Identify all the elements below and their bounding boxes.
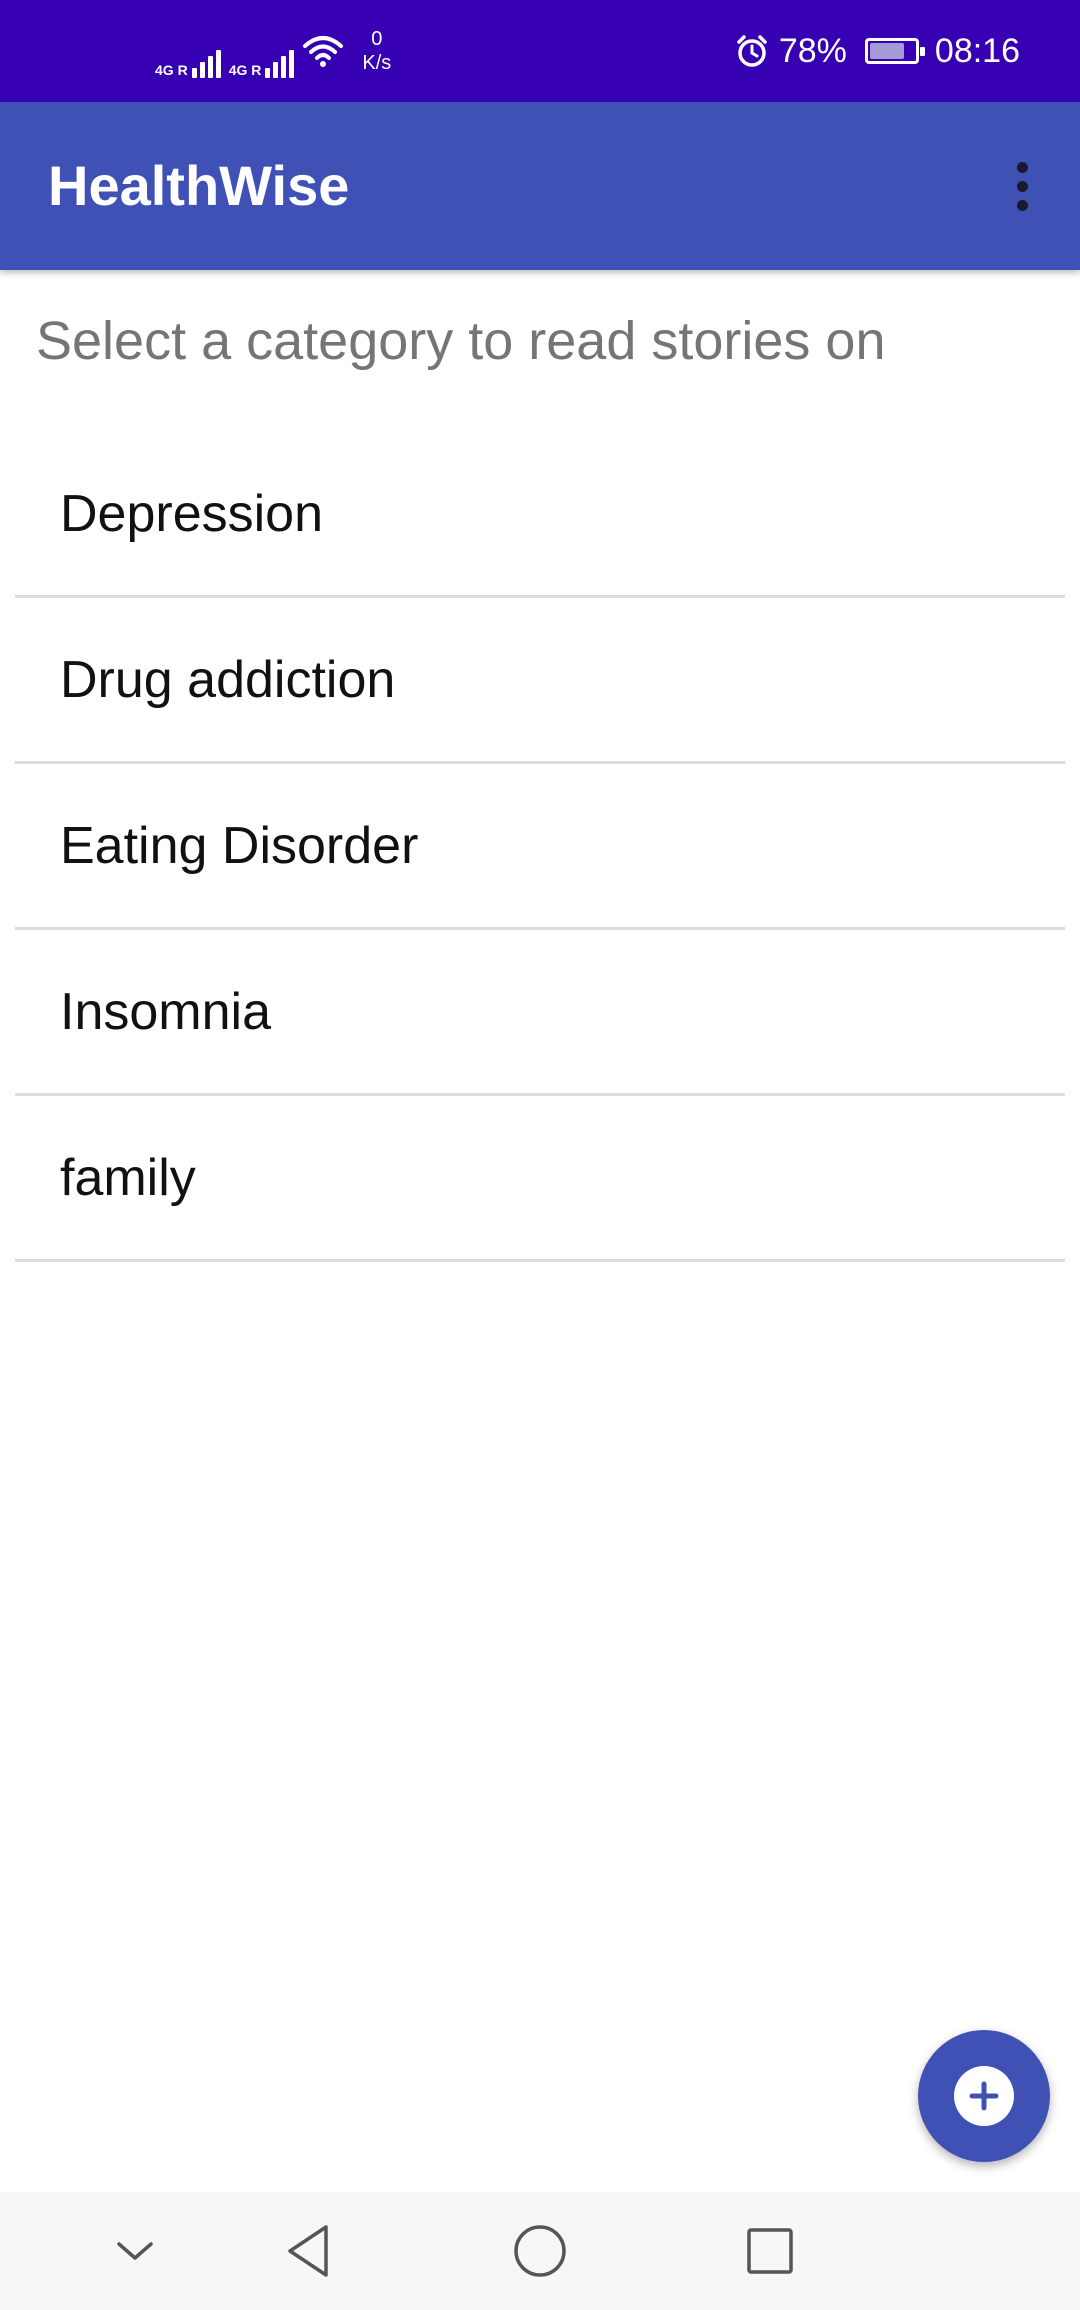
wifi-icon bbox=[303, 36, 344, 67]
alarm-icon bbox=[737, 35, 767, 67]
status-right-group: 78% 08:16 bbox=[735, 0, 1020, 102]
speed-value: 0 bbox=[371, 28, 383, 50]
network-label-1: 4G R bbox=[155, 62, 188, 78]
back-icon[interactable] bbox=[268, 2214, 348, 2288]
network-label-2: 4G R bbox=[228, 62, 262, 78]
home-icon[interactable] bbox=[500, 2214, 580, 2288]
signal-icon bbox=[265, 42, 295, 78]
recents-icon[interactable] bbox=[730, 2214, 810, 2288]
list-item[interactable]: Insomnia bbox=[15, 930, 1065, 1096]
collapse-icon[interactable] bbox=[95, 2214, 175, 2288]
app-title: HealthWise bbox=[48, 154, 350, 217]
add-circle-icon bbox=[954, 2066, 1014, 2126]
more-vert-icon[interactable] bbox=[992, 146, 1052, 226]
network-speed: 0 K/s bbox=[362, 27, 391, 75]
list-item[interactable]: Eating Disorder bbox=[15, 764, 1065, 930]
list-item[interactable]: Depression bbox=[15, 432, 1065, 598]
battery-percent: 78% bbox=[778, 31, 847, 70]
status-bar: 4G R 4G R 0 K/s 78% 08:16 bbox=[0, 0, 1080, 102]
battery-fill bbox=[869, 43, 905, 59]
category-list: Depression Drug addiction Eating Disorde… bbox=[15, 432, 1065, 1262]
list-item[interactable]: family bbox=[15, 1096, 1065, 1262]
signal-2: 4G R bbox=[229, 24, 295, 78]
app-bar: HealthWise bbox=[0, 102, 1080, 270]
speed-unit: K/s bbox=[362, 52, 392, 74]
battery-icon bbox=[864, 38, 925, 64]
system-nav-bar bbox=[0, 2192, 1080, 2310]
status-left-group: 4G R 4G R 0 K/s bbox=[155, 0, 391, 102]
signal-1: 4G R bbox=[155, 24, 221, 78]
signal-icon bbox=[191, 42, 221, 78]
page-subtitle: Select a category to read stories on bbox=[36, 311, 886, 371]
add-story-button[interactable] bbox=[918, 2030, 1050, 2162]
list-item[interactable]: Drug addiction bbox=[15, 598, 1065, 764]
clock: 08:16 bbox=[934, 31, 1020, 70]
